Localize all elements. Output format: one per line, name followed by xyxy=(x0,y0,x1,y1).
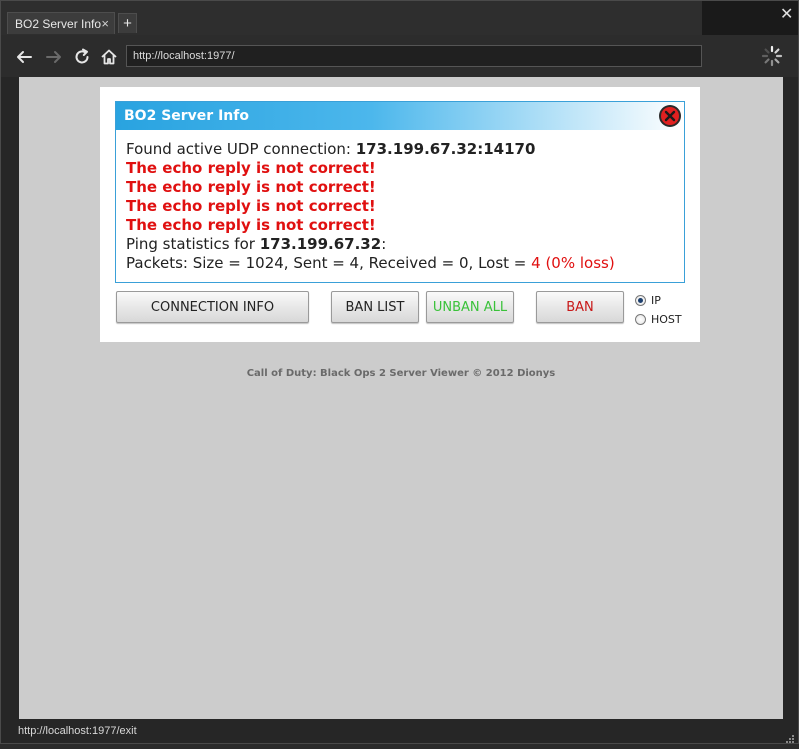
packets-line: Packets: Size = 1024, Sent = 4, Received… xyxy=(126,254,676,273)
status-bar: http://localhost:1977/exit xyxy=(1,719,798,743)
found-address: 173.199.67.32:14170 xyxy=(355,140,536,158)
error-line: The echo reply is not correct! xyxy=(126,159,376,177)
forward-arrow-icon[interactable] xyxy=(44,47,64,67)
error-line: The echo reply is not correct! xyxy=(126,197,376,215)
found-connection-line: Found active UDP connection: 173.199.67.… xyxy=(126,140,676,159)
server-info-dialog: BO2 Server Info Found active UDP connect… xyxy=(115,101,685,283)
tab-title: BO2 Server Info xyxy=(15,17,102,31)
page-viewport: BO2 Server Info Found active UDP connect… xyxy=(19,77,783,719)
radio-ip-label: IP xyxy=(651,293,661,307)
ban-button[interactable]: BAN xyxy=(536,291,624,323)
dialog-body: Found active UDP connection: 173.199.67.… xyxy=(126,140,676,273)
tab-close-icon[interactable]: × xyxy=(101,13,109,35)
dialog-header: BO2 Server Info xyxy=(116,102,684,130)
ping-statistics-line: Ping statistics for 173.199.67.32: xyxy=(126,235,676,254)
navigation-toolbar: http://localhost:1977/ xyxy=(1,35,798,77)
packets-label: Packets: Size = 1024, Sent = 4, Received… xyxy=(126,254,532,272)
error-line: The echo reply is not correct! xyxy=(126,216,376,234)
window-close-icon[interactable]: ✕ xyxy=(780,4,793,24)
radio-host-option[interactable]: HOST xyxy=(635,311,682,327)
reload-icon[interactable] xyxy=(72,47,92,67)
unban-all-button[interactable]: UNBAN ALL xyxy=(426,291,514,323)
home-icon[interactable] xyxy=(99,47,119,67)
radio-ip-button[interactable] xyxy=(635,294,646,306)
radio-ip-option[interactable]: IP xyxy=(635,292,661,308)
new-tab-button[interactable]: + xyxy=(118,13,137,33)
ping-colon: : xyxy=(381,235,387,253)
ping-ip: 173.199.67.32 xyxy=(259,235,382,253)
found-label: Found active UDP connection: xyxy=(126,140,356,158)
resize-grip-icon[interactable] xyxy=(785,731,795,743)
server-info-panel: BO2 Server Info Found active UDP connect… xyxy=(100,87,700,342)
radio-host-button[interactable] xyxy=(635,313,646,325)
packets-lost: 4 (0% loss) xyxy=(531,254,615,272)
radio-host-label: HOST xyxy=(651,312,682,326)
browser-tab[interactable]: BO2 Server Info × xyxy=(7,12,115,34)
error-line: The echo reply is not correct! xyxy=(126,178,376,196)
dialog-title: BO2 Server Info xyxy=(124,108,249,124)
title-bar: BO2 Server Info × + ✕ xyxy=(1,1,798,35)
loading-spinner-icon xyxy=(761,45,783,67)
back-arrow-icon[interactable] xyxy=(14,47,34,67)
close-circle-icon[interactable] xyxy=(658,104,682,128)
status-url: http://localhost:1977/exit xyxy=(18,725,137,737)
connection-info-button[interactable]: CONNECTION INFO xyxy=(116,291,309,323)
address-bar[interactable]: http://localhost:1977/ xyxy=(126,45,702,67)
ping-label: Ping statistics for xyxy=(126,235,260,253)
ban-list-button[interactable]: BAN LIST xyxy=(331,291,419,323)
browser-window: BO2 Server Info × + ✕ http://localhost:1… xyxy=(0,0,799,744)
address-text: http://localhost:1977/ xyxy=(133,50,235,62)
page-footer: Call of Duty: Black Ops 2 Server Viewer … xyxy=(246,368,556,379)
